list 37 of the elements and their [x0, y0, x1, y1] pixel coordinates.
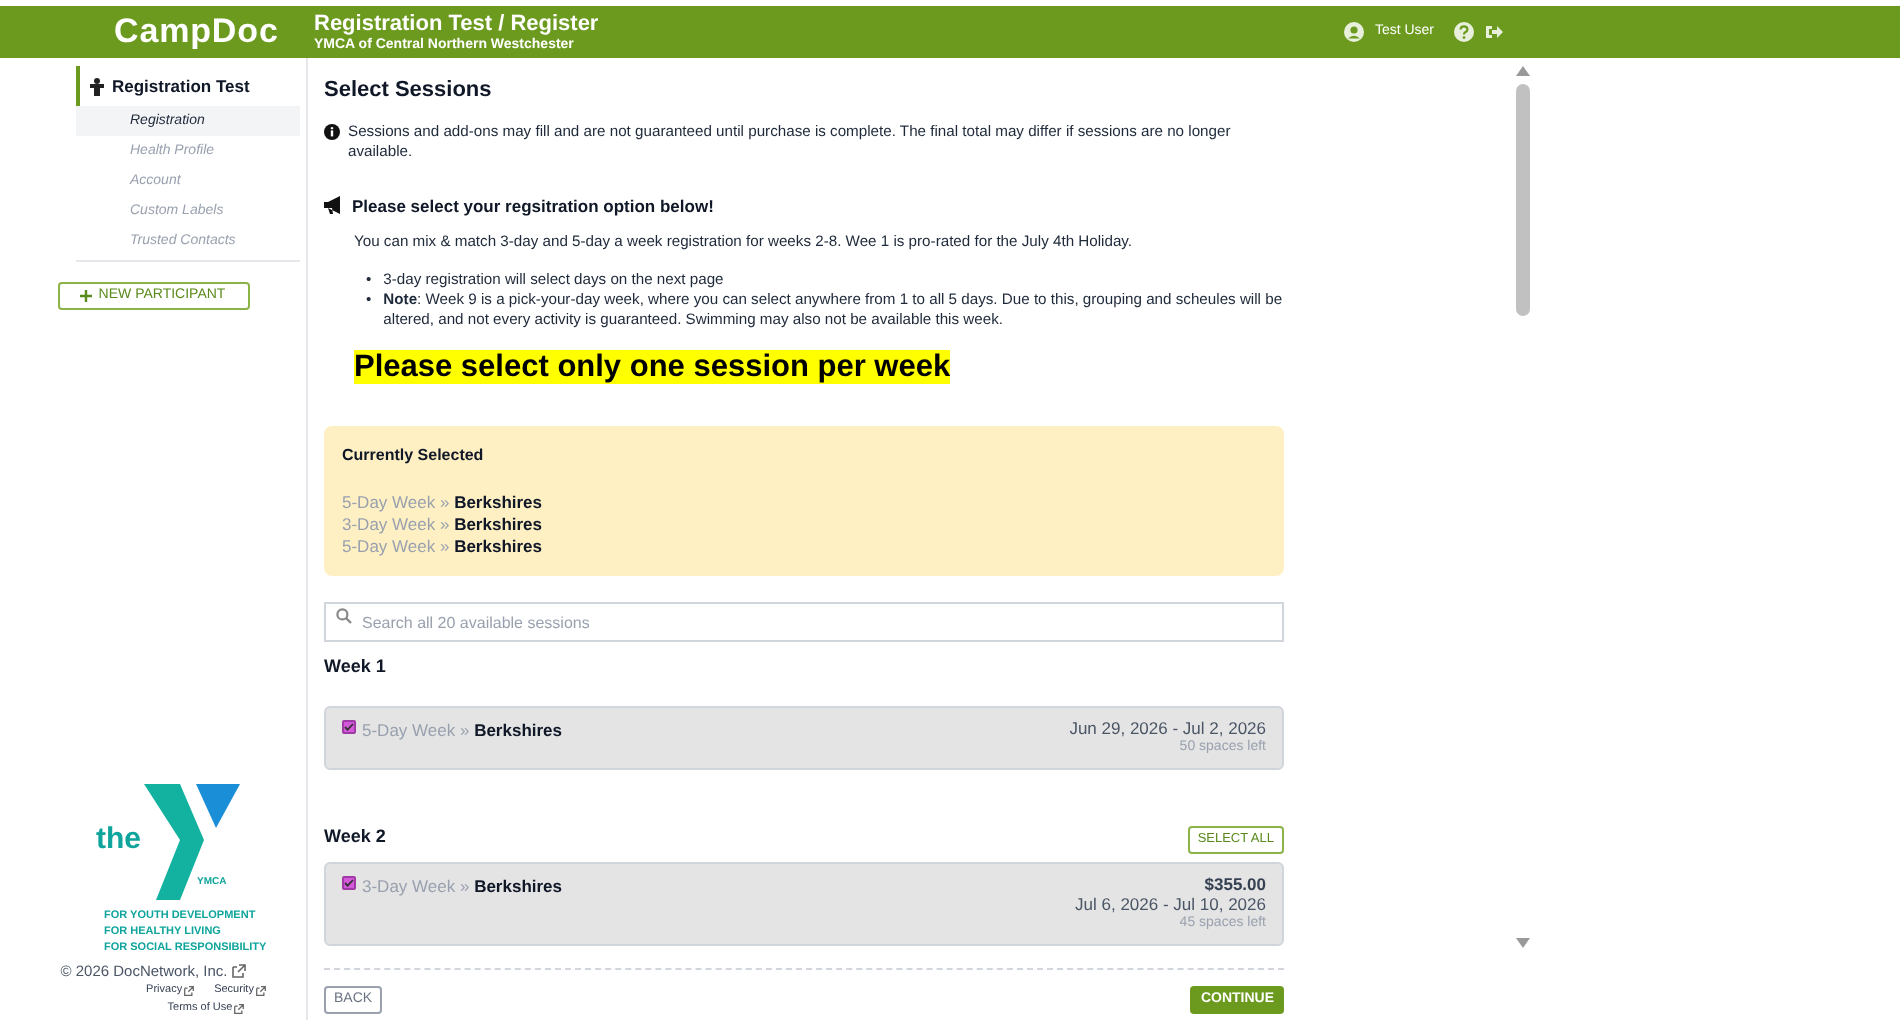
session-dates: Jul 6, 2026 - Jul 10, 2026	[1075, 893, 1266, 914]
week-title: Week 2	[324, 824, 386, 851]
external-link-icon	[231, 963, 246, 978]
session-price: $355.00	[1204, 873, 1266, 894]
session-name: 5-Day Week » Berkshires	[362, 717, 563, 743]
highlighted-notice: Please select only one session per week	[354, 349, 951, 384]
y-logo-drawing	[143, 783, 239, 900]
search-field[interactable]: Search all 20 available sessions	[324, 602, 1284, 643]
session-name: 3-Day Week » Berkshires	[362, 873, 563, 899]
external-link-icon	[234, 1004, 245, 1014]
scrollbar-thumb[interactable]	[1515, 84, 1529, 316]
external-link-icon	[184, 986, 195, 996]
campdoc-logo[interactable]: CampDoc	[114, 6, 314, 58]
help-icon[interactable]	[1454, 22, 1474, 42]
scroll-up-icon[interactable]	[1515, 66, 1529, 76]
panel-title: Currently Selected	[342, 443, 486, 468]
scroll-down-icon[interactable]	[1515, 938, 1529, 948]
info-icon	[324, 123, 340, 139]
session-name: 3-Day Week » Berkshires	[342, 513, 543, 536]
participant-name[interactable]: Registration Test	[112, 73, 250, 99]
search-icon	[336, 607, 352, 624]
checkbox[interactable]	[342, 719, 356, 734]
user-icon[interactable]	[1344, 22, 1365, 42]
person-icon	[90, 77, 104, 95]
page-title: Registration Test / Register	[314, 13, 599, 35]
external-link-icon	[255, 986, 266, 996]
section-title: Select Sessions	[324, 76, 494, 106]
session-name: 5-Day Week » Berkshires	[342, 491, 543, 514]
logo-word: the	[96, 820, 141, 861]
week-title: Week 1	[324, 654, 386, 681]
session-dates: Jun 29, 2026 - Jul 2, 2026	[1069, 717, 1266, 738]
plus-icon	[80, 290, 93, 302]
session-name: 5-Day Week » Berkshires	[342, 535, 543, 558]
megaphone-icon	[324, 196, 344, 215]
announcement-title: Please select your regsitration option below!	[352, 193, 714, 219]
logout-icon[interactable]	[1484, 22, 1504, 42]
checkbox[interactable]	[342, 875, 356, 890]
